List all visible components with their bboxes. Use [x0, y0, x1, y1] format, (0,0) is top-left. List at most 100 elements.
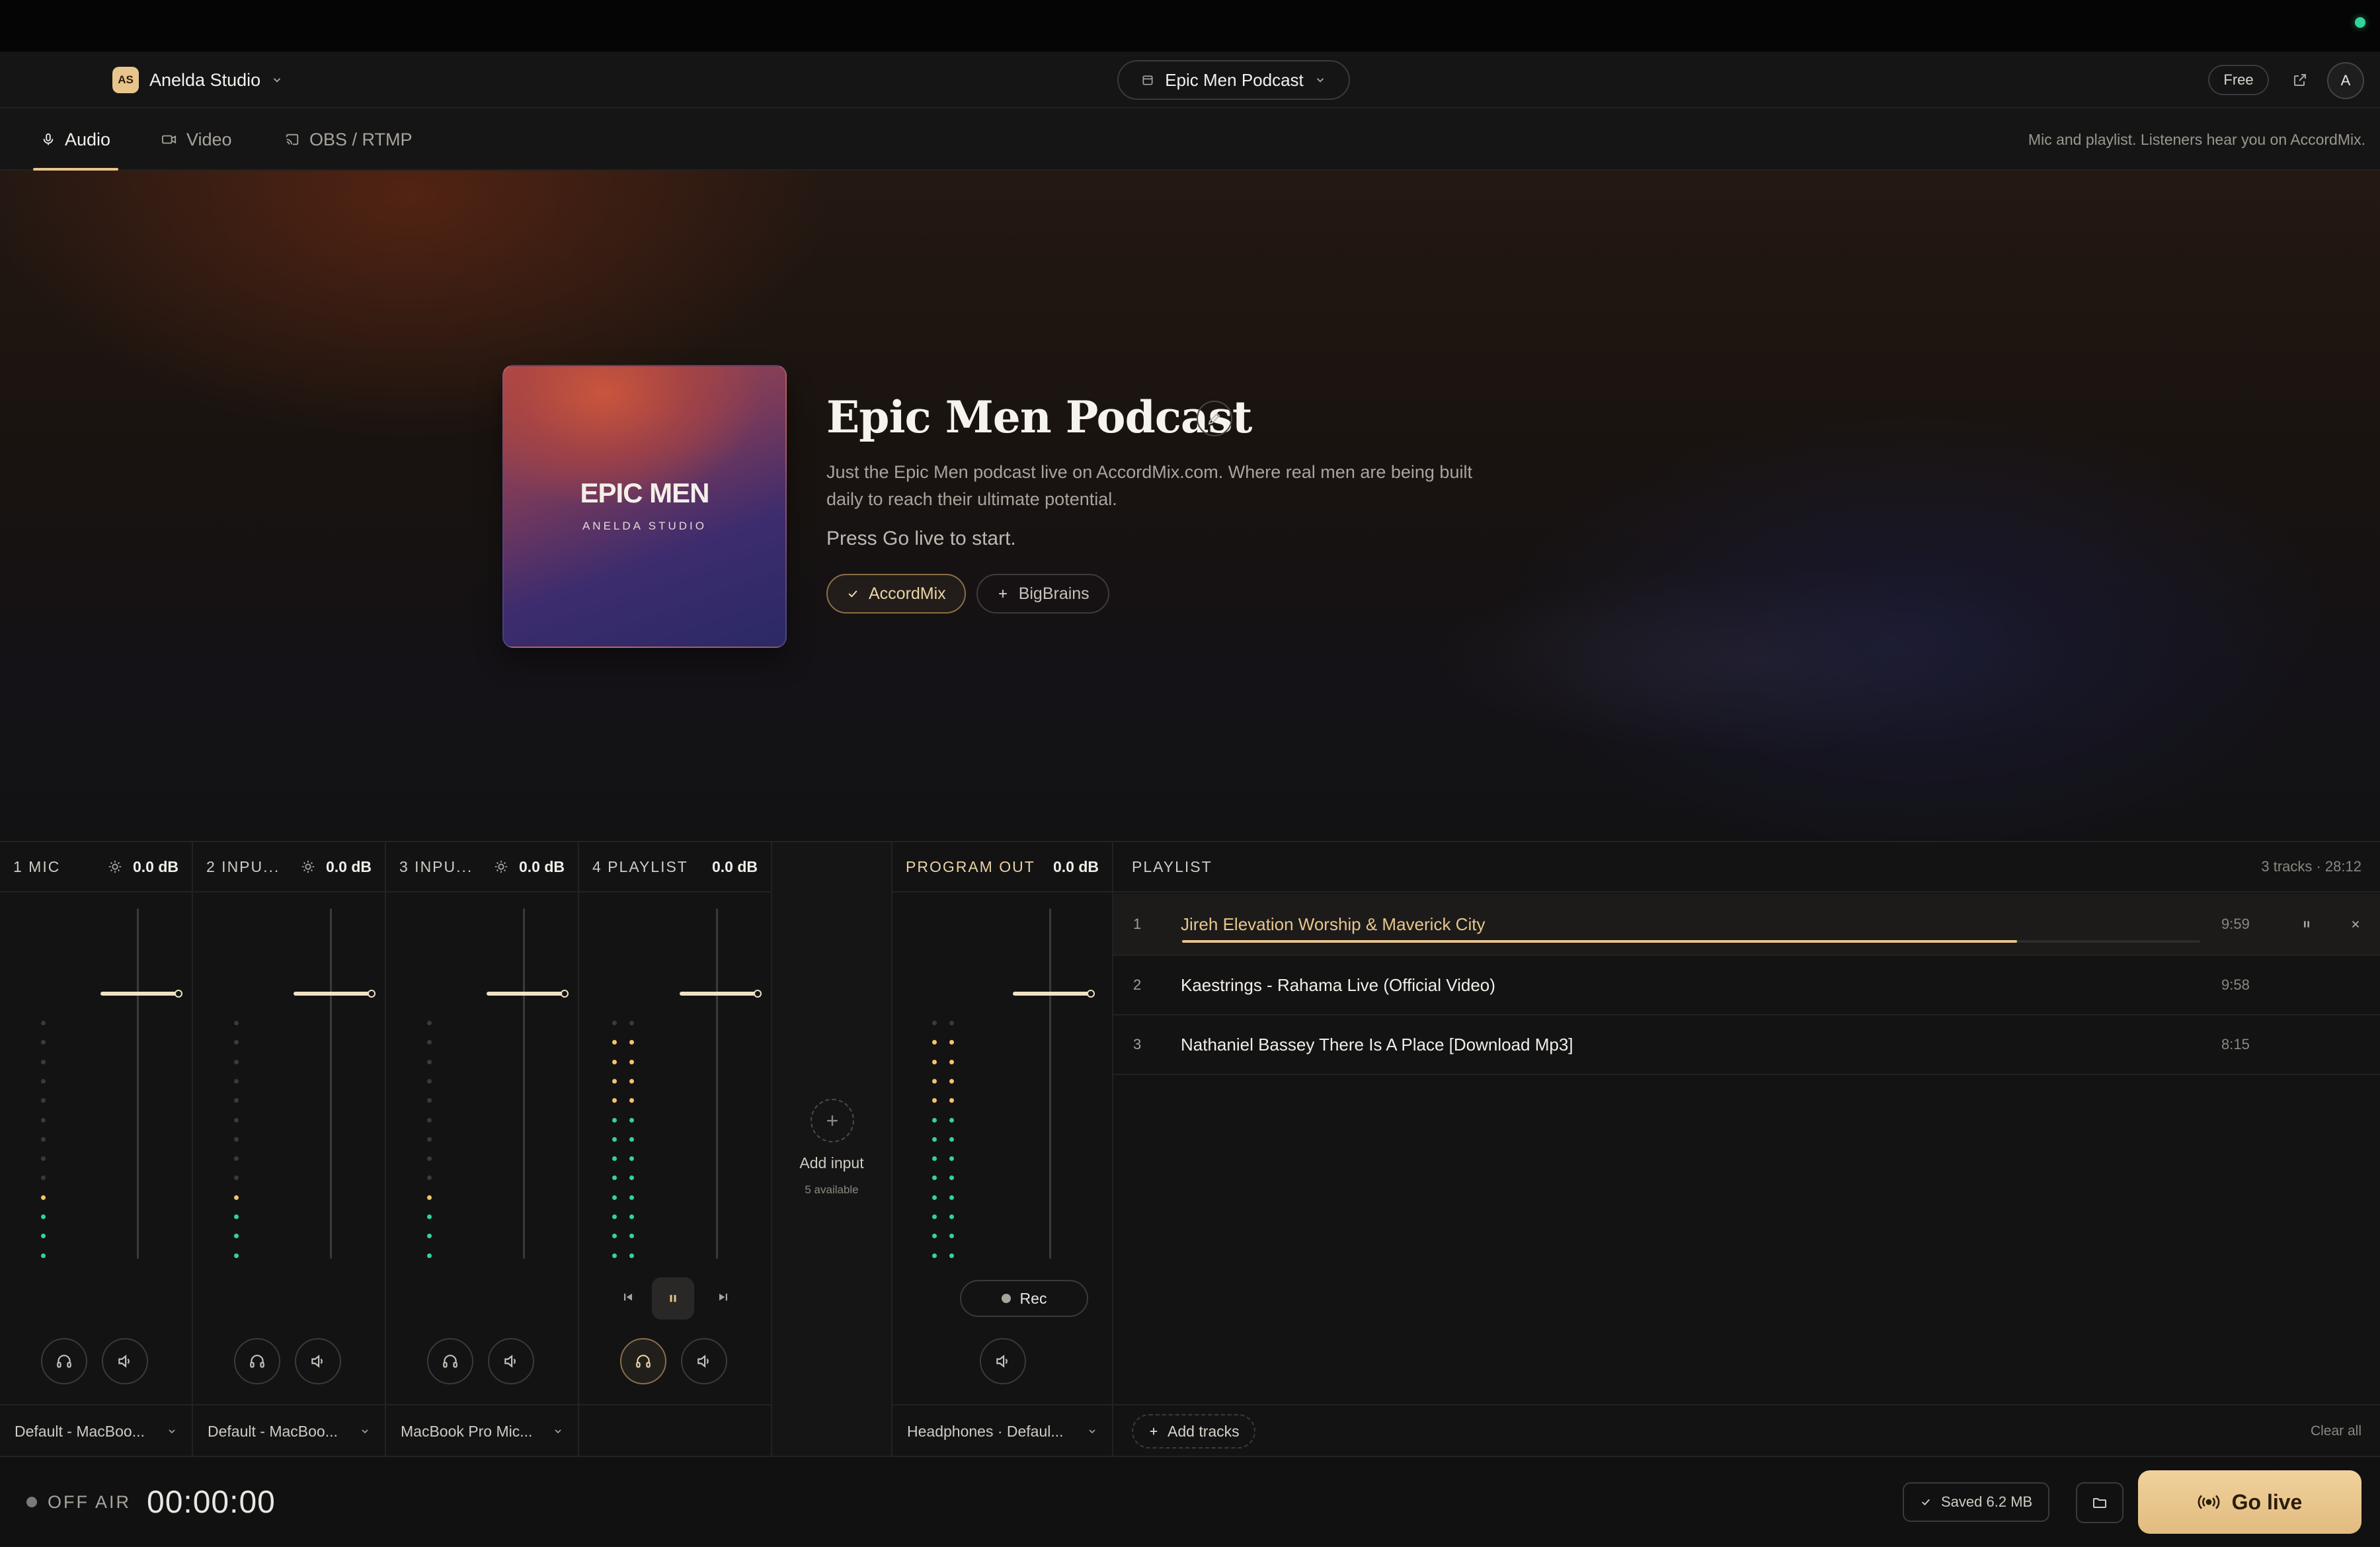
fader-handle[interactable]	[100, 992, 177, 996]
meter-led	[629, 1117, 634, 1123]
tab-audio[interactable]: Audio	[33, 108, 119, 171]
list-item[interactable]: 1 Jireh Elevation Worship & Maverick Cit…	[1113, 894, 2380, 956]
mute-button[interactable]	[295, 1338, 341, 1384]
add-tracks-button[interactable]: Add tracks	[1132, 1414, 1255, 1448]
edit-title-button[interactable]	[1197, 401, 1232, 436]
tab-audio-label: Audio	[65, 129, 111, 149]
pause-icon[interactable]	[2282, 919, 2331, 930]
meter-led	[41, 1195, 46, 1200]
headphones-icon	[442, 1353, 459, 1370]
meter-led	[234, 1136, 239, 1142]
meter-led	[932, 1195, 937, 1200]
mixer-strip-input-3: 3 INPU... 0.0 dB MacBook Pro Mic...	[386, 842, 579, 1457]
track-progress[interactable]	[1182, 940, 2200, 943]
meter-led	[932, 1098, 937, 1103]
monitor-button[interactable]	[620, 1338, 666, 1384]
recordings-folder-button[interactable]	[2076, 1482, 2123, 1523]
go-live-label: Go live	[2231, 1489, 2303, 1514]
device-selector[interactable]: MacBook Pro Mic...	[386, 1404, 578, 1457]
fader-handle[interactable]	[487, 992, 563, 996]
meter-led	[427, 1214, 432, 1219]
go-live-button[interactable]: Go live	[2138, 1470, 2361, 1534]
destination-accordmix[interactable]: AccordMix	[826, 574, 966, 614]
next-track-button[interactable]	[711, 1285, 735, 1309]
monitor-button[interactable]	[41, 1338, 87, 1384]
fader-handle[interactable]	[680, 992, 756, 996]
add-input-label: Add input	[799, 1154, 864, 1171]
list-item[interactable]: 3 Nathaniel Bassey There Is A Place [Dow…	[1113, 1015, 2380, 1075]
saved-status-button[interactable]: Saved 6.2 MB	[1903, 1482, 2050, 1522]
meter-led	[629, 1021, 634, 1025]
fader-track	[330, 908, 332, 1259]
meter-led	[234, 1214, 239, 1219]
destination-bigbrains[interactable]: BigBrains	[976, 574, 1109, 614]
plus-icon[interactable]: +	[811, 1099, 854, 1142]
chevron-down-icon	[1087, 1426, 1097, 1437]
speaker-icon	[502, 1353, 520, 1370]
destination-label: AccordMix	[869, 584, 946, 603]
meter-led	[41, 1175, 46, 1181]
meter-led	[234, 1098, 239, 1103]
meter-led	[427, 1175, 432, 1181]
meter-led	[629, 1253, 634, 1258]
record-button[interactable]: Rec	[960, 1280, 1088, 1317]
previous-track-button[interactable]	[616, 1285, 640, 1309]
strip-db: 0.0 dB	[518, 857, 565, 875]
avatar[interactable]: A	[2327, 62, 2364, 99]
fader-handle[interactable]	[1013, 992, 1090, 996]
podcast-selector[interactable]: Epic Men Podcast	[1117, 60, 1350, 100]
tab-video[interactable]: Video	[161, 108, 232, 171]
skip-back-icon	[622, 1291, 634, 1303]
meter-led	[612, 1234, 617, 1239]
device-label: Default - MacBoo...	[15, 1422, 145, 1440]
monitor-button[interactable]	[427, 1338, 473, 1384]
meter-led	[427, 1156, 432, 1162]
meter-led	[949, 1195, 954, 1200]
meter-led	[949, 1117, 954, 1123]
external-link-icon[interactable]	[2286, 66, 2314, 94]
meter-led	[612, 1136, 617, 1142]
tab-obs-rtmp[interactable]: OBS / RTMP	[284, 108, 413, 171]
meter-led	[932, 1156, 937, 1162]
meter-led	[612, 1059, 617, 1064]
meter-led	[629, 1195, 634, 1200]
mute-button[interactable]	[488, 1338, 534, 1384]
track-title: Nathaniel Bassey There Is A Place [Downl…	[1181, 1034, 1573, 1054]
meter-led	[612, 1175, 617, 1181]
gain-icon[interactable]	[494, 859, 508, 874]
mute-button[interactable]	[681, 1338, 727, 1384]
strip-name: 1 MIC	[13, 857, 61, 875]
pause-button[interactable]	[652, 1277, 694, 1320]
meter-led	[427, 1098, 432, 1103]
gain-icon[interactable]	[301, 859, 315, 874]
strip-header: 3 INPU... 0.0 dB	[386, 842, 578, 892]
meter-led	[949, 1156, 954, 1162]
close-icon[interactable]	[2331, 918, 2380, 930]
meter-led	[932, 1078, 937, 1084]
meter-led	[932, 1253, 937, 1258]
list-item[interactable]: 2 Kaestrings - Rahama Live (Official Vid…	[1113, 956, 2380, 1015]
fader-handle[interactable]	[294, 992, 370, 996]
meter-led	[949, 1078, 954, 1084]
gain-icon[interactable]	[108, 859, 122, 874]
workspace-switcher[interactable]: AS Anelda Studio	[112, 65, 283, 95]
broadcast-timer: 00:00:00	[147, 1484, 276, 1520]
clear-all-button[interactable]: Clear all	[2311, 1423, 2361, 1439]
meter-led	[932, 1040, 937, 1045]
cover-subtitle: ANELDA STUDIO	[582, 520, 707, 532]
mixer-strip-input-2: 2 INPU... 0.0 dB Default - MacBoo...	[193, 842, 386, 1457]
mute-button[interactable]	[102, 1338, 148, 1384]
playlist-panel: PLAYLIST 3 tracks · 28:12 1 Jireh Elevat…	[1113, 842, 2380, 1457]
plus-icon	[996, 587, 1010, 600]
monitor-button[interactable]	[234, 1338, 280, 1384]
podcast-cover-art[interactable]: EPIC MEN ANELDA STUDIO	[502, 365, 787, 648]
add-input-panel[interactable]: + Add input 5 available	[772, 842, 892, 1457]
meter-led	[427, 1253, 432, 1258]
meter-led	[949, 1021, 954, 1025]
mute-button[interactable]	[980, 1338, 1026, 1384]
device-selector[interactable]: Default - MacBoo...	[193, 1404, 385, 1457]
plan-badge[interactable]: Free	[2208, 65, 2269, 95]
device-selector[interactable]: Default - MacBoo...	[0, 1404, 192, 1457]
output-device-selector[interactable]: Headphones · Defaul...	[892, 1404, 1112, 1457]
meter-led	[234, 1117, 239, 1123]
